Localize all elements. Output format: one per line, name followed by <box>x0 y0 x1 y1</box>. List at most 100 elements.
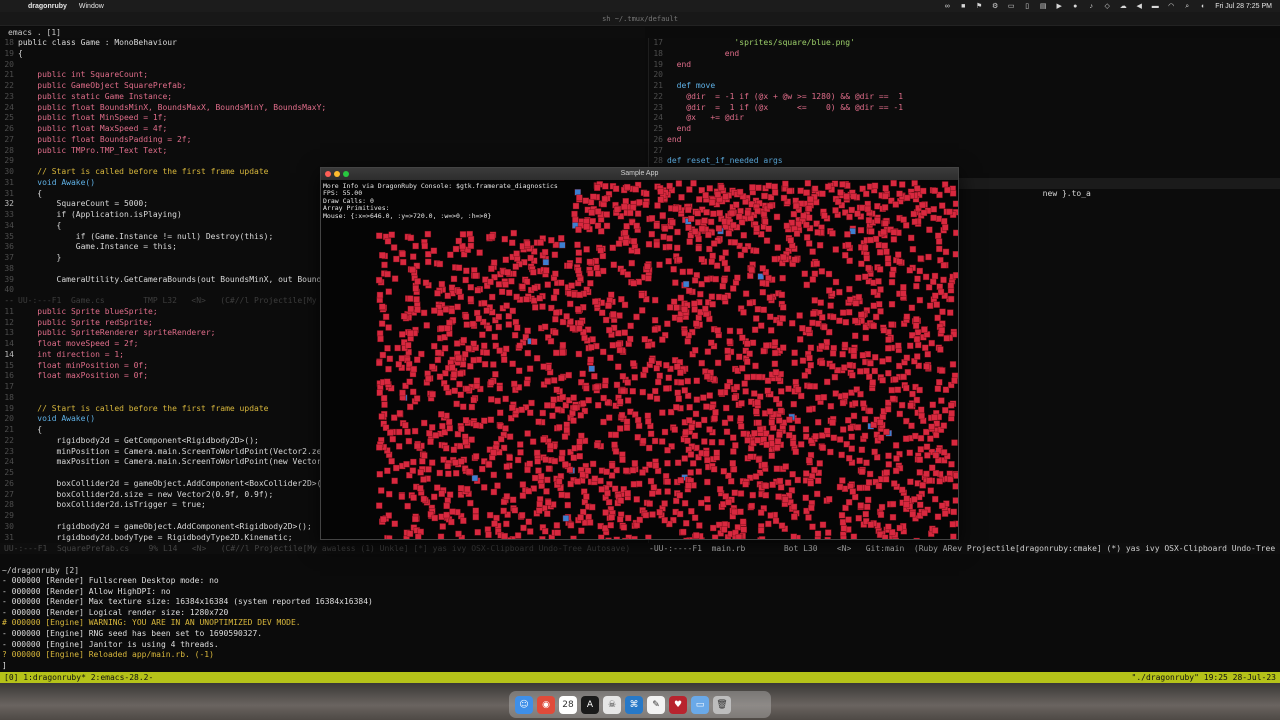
code-line[interactable]: 22 @dir = -1 if (@x + @w >= 1280) && @di… <box>649 92 1280 103</box>
red-square <box>793 230 801 237</box>
code-line[interactable]: 20 <box>649 70 1280 81</box>
terminal-icon[interactable]: A <box>581 695 599 714</box>
clock[interactable]: Fri Jul 28 7:25 PM <box>1215 3 1272 10</box>
red-square <box>937 346 944 353</box>
red-square <box>526 365 534 372</box>
red-square <box>656 509 663 516</box>
red-square <box>708 199 716 206</box>
code-line[interactable]: 24 public float BoundsMinX, BoundsMaxX, … <box>0 103 645 114</box>
code-line[interactable]: 28 def reset_if_needed args <box>649 156 1280 167</box>
code-line[interactable]: 17 'sprites/square/blue.png' <box>649 38 1280 49</box>
red-square <box>728 478 735 485</box>
red-square <box>949 190 957 197</box>
volume-icon[interactable]: ◀ <box>1135 3 1143 10</box>
code-line[interactable]: 22 public GameObject SquarePrefab; <box>0 81 645 92</box>
search-icon[interactable]: ⌕ <box>1183 3 1191 10</box>
code-line[interactable]: 21 def move <box>649 81 1280 92</box>
red-square <box>700 394 707 401</box>
code-line[interactable]: 26 end <box>649 135 1280 146</box>
code-line[interactable]: 19{ <box>0 49 645 60</box>
apple-icon[interactable] <box>8 3 16 10</box>
red-square <box>762 482 770 490</box>
line-number: 13 <box>4 328 14 338</box>
red-square <box>688 215 695 222</box>
red-square <box>574 478 581 485</box>
zoom-button[interactable] <box>343 171 349 177</box>
red-square <box>788 425 796 432</box>
game-canvas[interactable] <box>321 180 959 540</box>
line-number: 31 <box>4 532 14 542</box>
bell-icon[interactable]: ♪ <box>1087 3 1095 10</box>
app-menu-name[interactable]: dragonruby <box>28 3 67 10</box>
red-square <box>495 323 503 331</box>
sample-app-titlebar[interactable]: Sample App <box>321 168 958 180</box>
code-text: public TMPro.TMP_Text Text; <box>18 145 168 155</box>
red-square <box>631 460 639 467</box>
battery-icon[interactable]: ▬ <box>1151 3 1159 10</box>
phone-icon[interactable]: ▯ <box>1023 3 1031 10</box>
red-square <box>698 499 705 507</box>
heart-app-icon[interactable]: ♥ <box>669 695 687 714</box>
red-square <box>589 460 597 468</box>
red-square <box>842 504 849 512</box>
code-line[interactable]: 26 public float MaxSpeed = 4f; <box>0 124 645 135</box>
code-line[interactable]: 18 end <box>649 49 1280 60</box>
red-square <box>771 183 778 190</box>
red-square <box>707 218 715 226</box>
vscode-icon[interactable]: ⌘ <box>625 695 643 714</box>
code-line[interactable]: 25 end <box>649 124 1280 135</box>
wifi-icon[interactable]: ◠ <box>1167 3 1175 10</box>
close-button[interactable] <box>325 171 331 177</box>
code-line[interactable]: 27 <box>649 146 1280 157</box>
red-square <box>684 392 692 399</box>
calendar-icon[interactable]: 28 <box>559 695 577 714</box>
code-line[interactable]: 21 public int SquareCount; <box>0 70 645 81</box>
play-icon[interactable]: ▶ <box>1055 3 1063 10</box>
red-square <box>410 388 417 396</box>
red-square <box>769 481 776 488</box>
doc-icon[interactable]: ▤ <box>1039 3 1047 10</box>
control-center-icon[interactable]: ◐ <box>1199 3 1207 10</box>
code-line[interactable]: 23 public static Game Instance; <box>0 92 645 103</box>
red-square <box>645 534 652 539</box>
finder-icon[interactable]: ☺ <box>515 695 533 714</box>
code-line[interactable]: 29 <box>0 156 645 167</box>
chrome-icon[interactable]: ◉ <box>537 695 555 714</box>
tmux-windows[interactable]: [0] 1:dragonruby* 2:emacs-28.2- <box>0 672 153 683</box>
infinity-icon[interactable]: ∞ <box>943 3 951 10</box>
red-square <box>730 221 737 229</box>
red-square <box>457 442 464 450</box>
line-number: 27 <box>4 489 14 499</box>
minimize-button[interactable] <box>334 171 340 177</box>
code-line[interactable]: 25 public float MinSpeed = 1f; <box>0 113 645 124</box>
red-square <box>615 341 622 348</box>
record-icon[interactable]: ● <box>1071 3 1079 10</box>
window-menu[interactable]: Window <box>79 3 104 10</box>
red-square <box>469 320 477 328</box>
red-square <box>716 209 723 217</box>
code-line[interactable]: 18 public class Game : MonoBehaviour <box>0 38 645 49</box>
code-line[interactable]: 28 public TMPro.TMP_Text Text; <box>0 146 645 157</box>
code-line[interactable]: 27 public float BoundsPadding = 2f; <box>0 135 645 146</box>
red-square <box>587 356 594 363</box>
console-output[interactable]: - 000000 [Render] Fullscreen Desktop mod… <box>0 576 1280 671</box>
code-line[interactable]: 19 end <box>649 60 1280 71</box>
code-line[interactable]: 23 @dir = 1 if (@x <= 0) && @dir == -1 <box>649 103 1280 114</box>
cloud-icon[interactable]: ☁ <box>1119 3 1127 10</box>
flag-icon[interactable]: ⚑ <box>975 3 983 10</box>
code-line[interactable]: 20 <box>0 60 645 71</box>
stop-icon[interactable]: ■ <box>959 3 967 10</box>
display-icon[interactable]: ▭ <box>1007 3 1015 10</box>
red-square <box>794 417 801 425</box>
gear-icon[interactable]: ⚙ <box>991 3 999 10</box>
textedit-icon[interactable]: ✎ <box>647 695 665 714</box>
sample-app-window[interactable]: Sample App More Info via DragonRuby Cons… <box>320 167 959 540</box>
dragonruby-icon[interactable]: ☠ <box>603 695 621 714</box>
red-square <box>650 484 658 491</box>
folder-icon[interactable]: ▭ <box>691 695 709 714</box>
trash-icon[interactable]: 🗑 <box>713 695 731 714</box>
red-square <box>878 503 886 511</box>
code-text: boxCollider2d.isTrigger = true; <box>18 500 206 510</box>
code-line[interactable]: 24 @x += @dir <box>649 113 1280 124</box>
dropbox-icon[interactable]: ◇ <box>1103 3 1111 10</box>
